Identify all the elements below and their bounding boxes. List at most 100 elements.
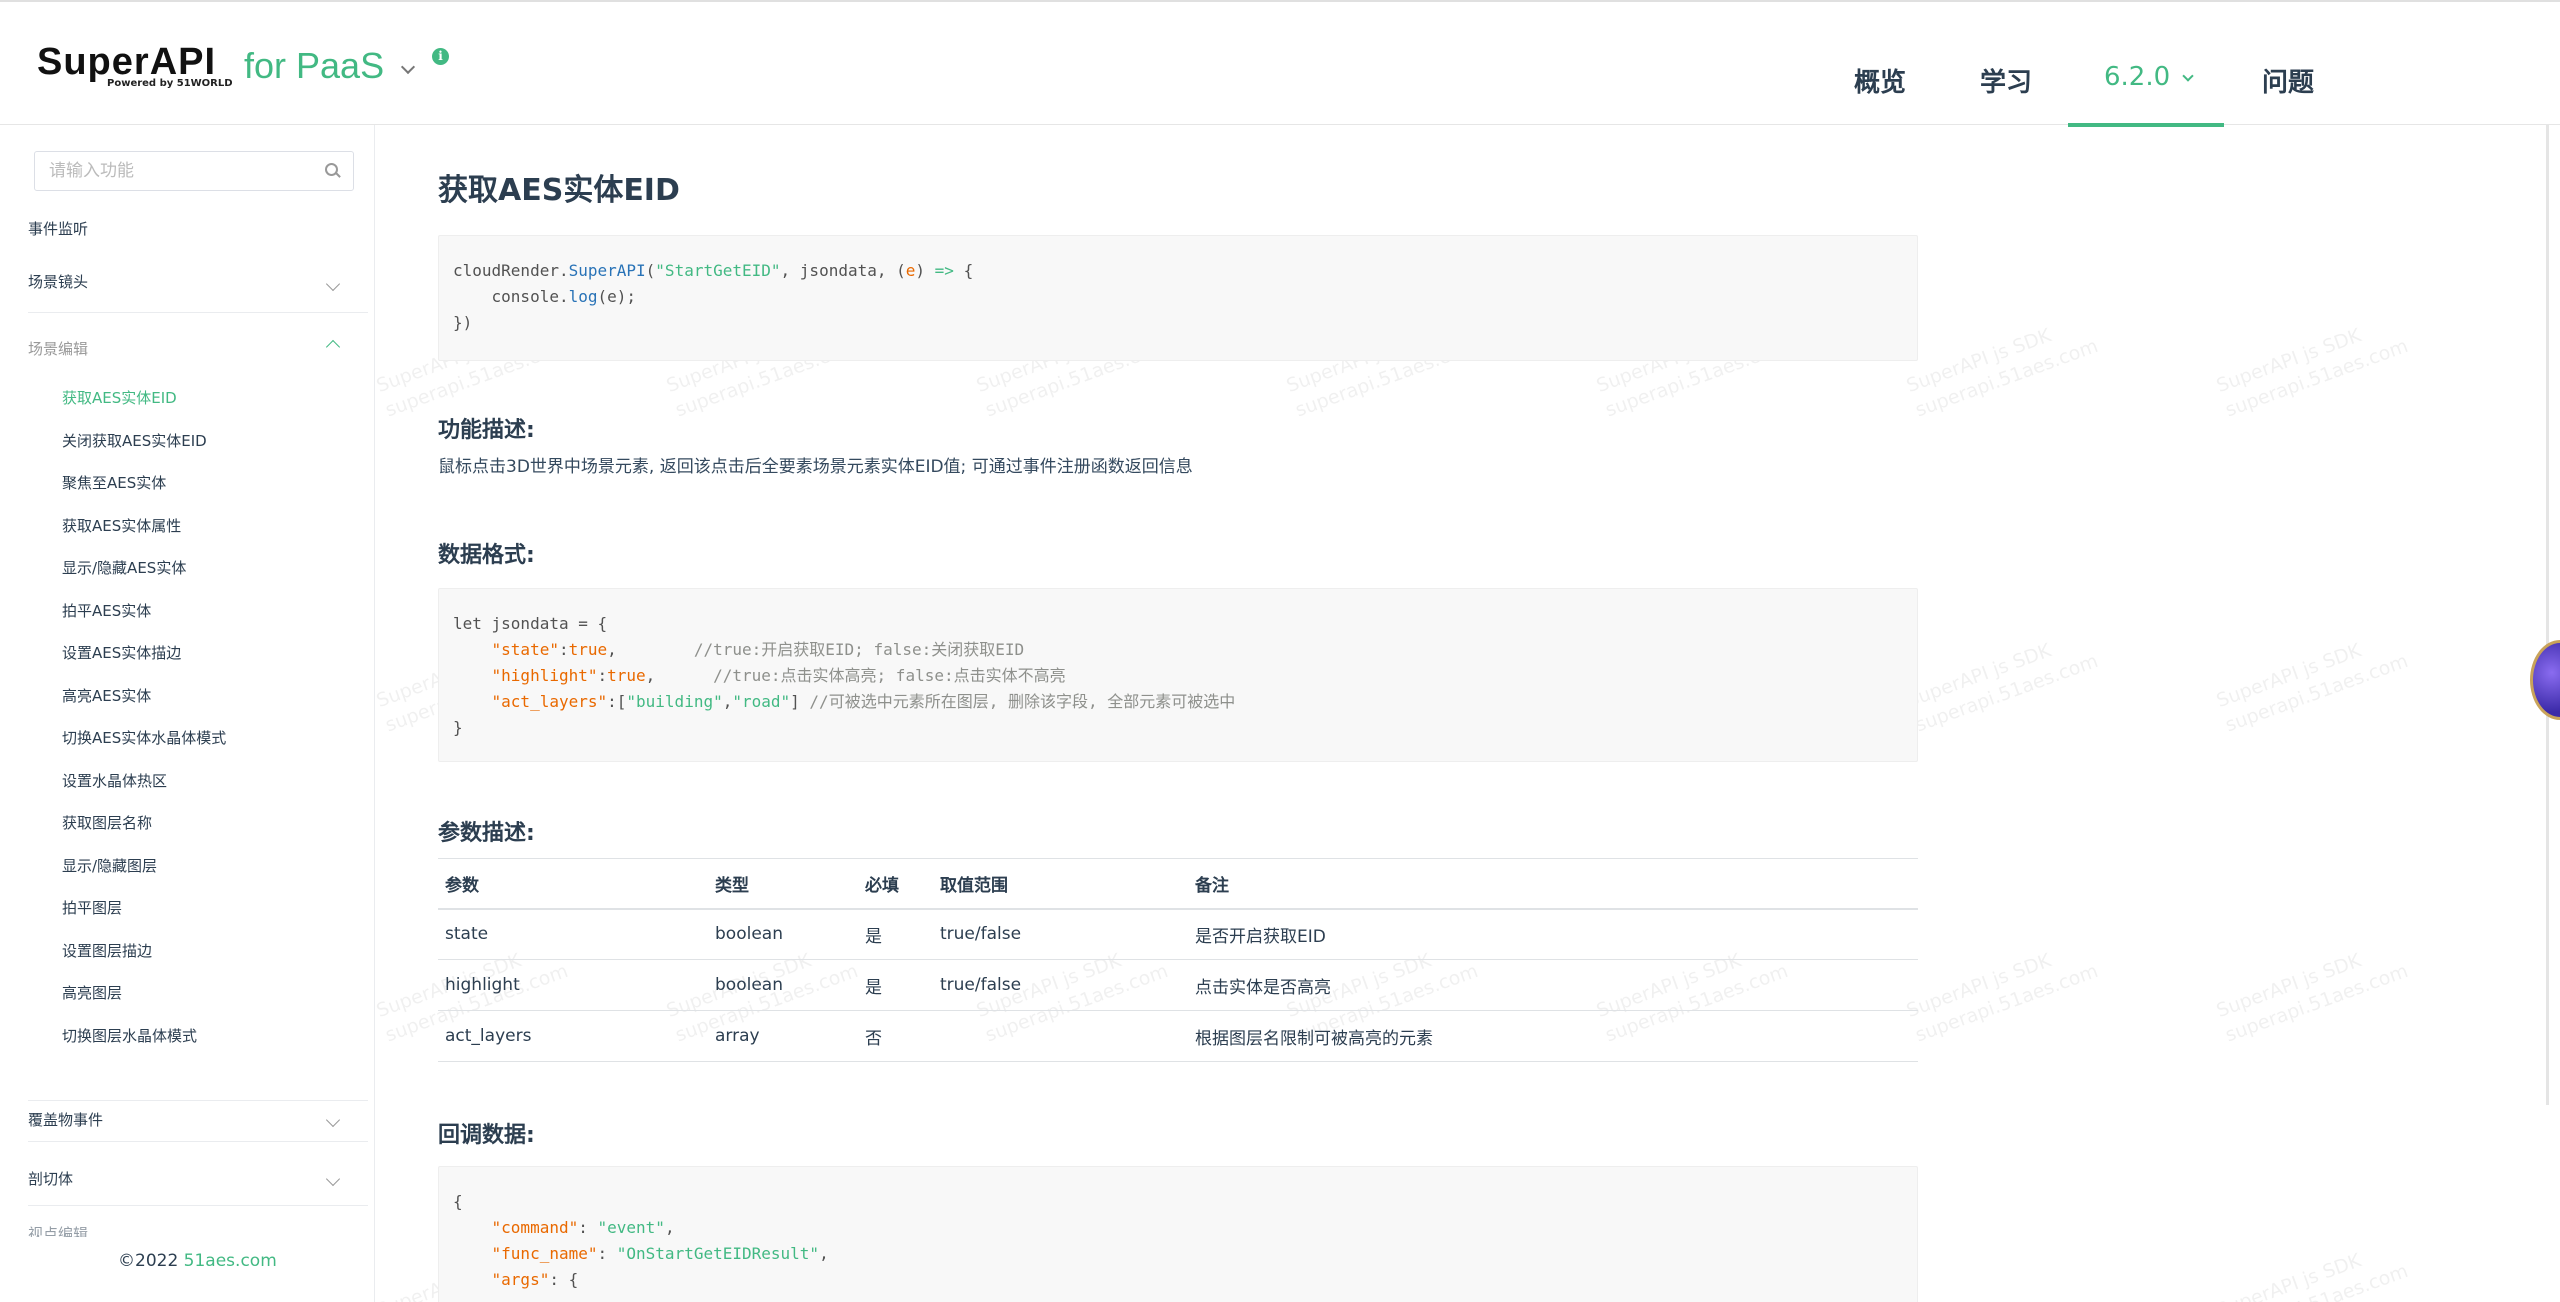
main-content: SuperAPI js SDKsuperapi.51aes.com SuperA…: [376, 125, 2546, 1302]
table-header: 类型: [708, 858, 858, 910]
info-icon[interactable]: i: [432, 48, 449, 65]
table-cell: boolean: [708, 908, 858, 960]
sidebar-group-label: 场景镜头: [28, 273, 89, 291]
sidebar-item-focus-aes[interactable]: 聚焦至AES实体: [62, 472, 166, 493]
sidebar: 事件监听 场景镜头 场景编辑 获取AES实体EID 关闭获取AES实体EID 聚…: [0, 125, 375, 1302]
product-name[interactable]: for PaaS: [244, 44, 384, 88]
sidebar-item-crystal-aes[interactable]: 切换AES实体水晶体模式: [62, 727, 226, 748]
code-line: cloudRender.SuperAPI("StartGetEID", json…: [453, 261, 974, 280]
sidebar-item-aes-props[interactable]: 获取AES实体属性: [62, 515, 181, 536]
code-block-usage[interactable]: cloudRender.SuperAPI("StartGetEID", json…: [438, 235, 1918, 361]
nav-overview[interactable]: 概览: [1854, 62, 1906, 127]
table-cell: 是: [858, 908, 933, 960]
code-line: "args": {: [491, 1270, 579, 1289]
sidebar-item-show-hide-aes[interactable]: 显示/隐藏AES实体: [62, 557, 186, 578]
search-icon[interactable]: [325, 163, 339, 177]
sidebar-group-label: 场景编辑: [28, 340, 89, 358]
watermark: SuperAPI js SDKsuperapi.51aes.com: [1903, 324, 2101, 422]
nav-learn[interactable]: 学习: [1980, 62, 2032, 127]
table-header-row: 参数 类型 必填 取值范围 备注: [438, 858, 1918, 910]
sidebar-group-scene-camera[interactable]: 场景镜头: [28, 271, 368, 313]
table-cell: state: [438, 908, 708, 960]
logo-text: SuperAPI: [37, 41, 217, 83]
sidebar-group-label: 视点编辑: [28, 1225, 89, 1237]
nav-version-dropdown[interactable]: 6.2.0: [2068, 62, 2224, 127]
nav-overview-label: 概览: [1854, 68, 1907, 98]
nav-issues-label: 问题: [2262, 68, 2315, 98]
watermark: SuperAPI js SDKsuperapi.51aes.com: [2213, 639, 2411, 737]
code-line: "highlight":true, //true:点击实体高亮; false:点…: [491, 666, 1066, 685]
sidebar-item-outline-aes[interactable]: 设置AES实体描边: [62, 642, 181, 663]
footer: ©2022 51aes.com: [118, 1251, 277, 1271]
table-row: act_layers array 否 根据图层名限制可被高亮的元素: [438, 1010, 1918, 1062]
code-line: }): [453, 313, 473, 332]
search-input[interactable]: [35, 152, 315, 190]
table-row: state boolean 是 true/false 是否开启获取EID: [438, 908, 1918, 960]
section-format-title: 数据格式:: [438, 543, 535, 568]
nav-version-label: 6.2.0: [2104, 62, 2171, 92]
sidebar-item-highlight-layer[interactable]: 高亮图层: [62, 982, 122, 1003]
table-row: highlight boolean 是 true/false 点击实体是否高亮: [438, 959, 1918, 1011]
code-line: {: [453, 1192, 463, 1211]
table-cell: 点击实体是否高亮: [1188, 959, 1918, 1011]
table-header: 必填: [858, 858, 933, 910]
table-header: 参数: [438, 858, 708, 910]
nav-issues[interactable]: 问题: [2262, 62, 2314, 127]
watermark: SuperAPI js SDKsuperapi.51aes.com: [2213, 949, 2411, 1047]
sidebar-group-label: 覆盖物事件: [28, 1111, 104, 1129]
chevron-down-icon: [325, 276, 341, 292]
table-cell: 是: [858, 959, 933, 1011]
table-cell: [933, 1010, 1188, 1062]
code-block-callback[interactable]: { "command": "event", "func_name": "OnSt…: [438, 1166, 1918, 1302]
table-cell: true/false: [933, 959, 1188, 1011]
table-cell: array: [708, 1010, 858, 1062]
section-callback-title: 回调数据:: [438, 1123, 535, 1148]
code-block-data-format[interactable]: let jsondata = { "state":true, //true:开启…: [438, 588, 1918, 762]
sidebar-item-show-hide-layer[interactable]: 显示/隐藏图层: [62, 855, 157, 876]
chevron-down-icon: [325, 1112, 341, 1128]
code-line: "state":true, //true:开启获取EID; false:关闭获取…: [491, 640, 1025, 659]
footer-link[interactable]: 51aes.com: [184, 1251, 277, 1271]
section-params-title: 参数描述:: [438, 821, 535, 846]
chevron-down-icon[interactable]: [400, 59, 416, 75]
sidebar-item-crystal-hotzone[interactable]: 设置水晶体热区: [62, 770, 167, 791]
code-line: "func_name": "OnStartGetEIDResult",: [491, 1244, 829, 1263]
sidebar-item-layer-names[interactable]: 获取图层名称: [62, 812, 152, 833]
desc-text: 鼠标点击3D世界中场景元素, 返回该点击后全要素场景元素实体EID值; 可通过事…: [438, 457, 1193, 477]
sidebar-group-overlay-event[interactable]: 覆盖物事件: [28, 1100, 368, 1142]
sidebar-item-get-aes-eid[interactable]: 获取AES实体EID: [62, 387, 177, 408]
sidebar-group-section-cut[interactable]: 剖切体: [28, 1160, 368, 1206]
sidebar-item-crystal-layer[interactable]: 切换图层水晶体模式: [62, 1025, 197, 1046]
table-cell: 是否开启获取EID: [1188, 908, 1918, 960]
code-line: }: [453, 718, 463, 737]
sidebar-item-flatten-aes[interactable]: 拍平AES实体: [62, 600, 151, 621]
table-cell: act_layers: [438, 1010, 708, 1062]
sidebar-group-label: 事件监听: [28, 220, 89, 238]
sidebar-item-flatten-layer[interactable]: 拍平图层: [62, 897, 122, 918]
table-cell: true/false: [933, 908, 1188, 960]
code-line: let jsondata = {: [453, 614, 608, 633]
chevron-down-icon: [2182, 70, 2194, 82]
params-table: 参数 类型 必填 取值范围 备注 state boolean 是 true/fa…: [438, 858, 1918, 1062]
sidebar-group-scene-edit[interactable]: 场景编辑: [28, 338, 368, 368]
sidebar-item-highlight-aes[interactable]: 高亮AES实体: [62, 685, 151, 706]
page-title: 获取AES实体EID: [438, 173, 680, 208]
table-header: 备注: [1188, 858, 1918, 910]
code-line: "act_layers":["building","road"] //可被选中元…: [491, 692, 1236, 711]
scrollbar[interactable]: [2546, 125, 2549, 1105]
table-cell: boolean: [708, 959, 858, 1011]
search-box[interactable]: [34, 151, 354, 191]
sidebar-item-outline-layer[interactable]: 设置图层描边: [62, 940, 152, 961]
superapi-logo[interactable]: SuperAPI Powered by 51WORLD: [37, 41, 233, 89]
watermark: SuperAPI js SDKsuperapi.51aes.com: [2213, 324, 2411, 422]
sidebar-group-viewpoint[interactable]: 视点编辑: [28, 1223, 368, 1237]
table-cell: 否: [858, 1010, 933, 1062]
logo-subtext: Powered by 51WORLD: [107, 78, 233, 89]
sidebar-group-event-listen[interactable]: 事件监听: [28, 218, 368, 256]
table-cell: 根据图层名限制可被高亮的元素: [1188, 1010, 1918, 1062]
table-cell: highlight: [438, 959, 708, 1011]
chevron-down-icon: [325, 1171, 341, 1187]
sidebar-item-close-get-eid[interactable]: 关闭获取AES实体EID: [62, 430, 207, 451]
nav-learn-label: 学习: [1980, 68, 2033, 98]
watermark: SuperAPI js SDKsuperapi.51aes.com: [2213, 1249, 2411, 1302]
